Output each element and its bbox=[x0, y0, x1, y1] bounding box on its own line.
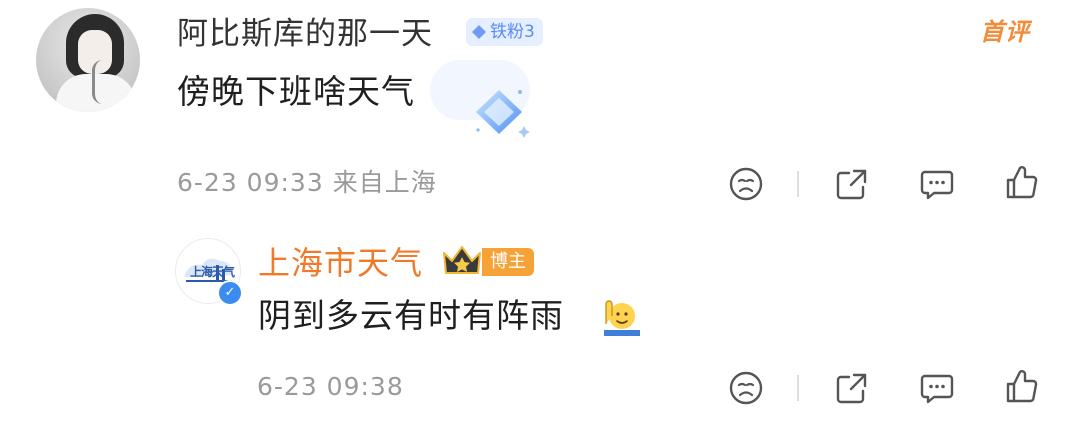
raised-hand-emoji-icon bbox=[604, 300, 640, 336]
first-comment-tag: 首评 bbox=[980, 18, 1030, 46]
share-icon[interactable] bbox=[834, 166, 870, 202]
comment-icon[interactable] bbox=[919, 370, 955, 406]
dislike-icon[interactable] bbox=[728, 370, 764, 406]
reply-text: 阴到多云有时有阵雨 bbox=[258, 296, 564, 335]
comment-icon[interactable] bbox=[919, 166, 955, 202]
comment-thread: 阿比斯库的那一天 铁粉3 首评 傍晚下班啥天气 6-23 09:33 来自上海 bbox=[0, 0, 1080, 421]
dislike-icon[interactable] bbox=[728, 166, 764, 202]
blogger-badge: 博主 bbox=[482, 248, 534, 276]
divider bbox=[797, 375, 799, 401]
comment-username[interactable]: 阿比斯库的那一天 bbox=[177, 14, 433, 54]
comment-text: 傍晚下班啥天气 bbox=[177, 72, 415, 111]
comment-location: 来自上海 bbox=[332, 168, 437, 197]
verified-check-icon: ✓ bbox=[217, 280, 243, 306]
user-avatar[interactable] bbox=[36, 8, 140, 112]
fan-badge-label: 铁粉3 bbox=[490, 22, 535, 42]
like-icon[interactable] bbox=[1004, 368, 1040, 404]
comment-date: 6-23 09:33 bbox=[177, 168, 324, 197]
diamond-icon bbox=[472, 25, 486, 39]
diamond-sticker-icon bbox=[476, 90, 530, 138]
reply-date: 6-23 09:38 bbox=[257, 372, 404, 401]
comment-meta: 6-23 09:33 来自上海 bbox=[177, 166, 437, 200]
divider bbox=[797, 171, 799, 197]
fan-level-badge[interactable]: 铁粉3 bbox=[466, 18, 543, 46]
like-icon[interactable] bbox=[1004, 164, 1040, 200]
crown-icon bbox=[443, 246, 481, 274]
blogger-username[interactable]: 上海市天气 bbox=[258, 242, 423, 284]
reply-meta: 6-23 09:38 bbox=[257, 370, 404, 404]
share-icon[interactable] bbox=[834, 370, 870, 406]
blogger-avatar-text: 上海天气 bbox=[190, 265, 235, 279]
